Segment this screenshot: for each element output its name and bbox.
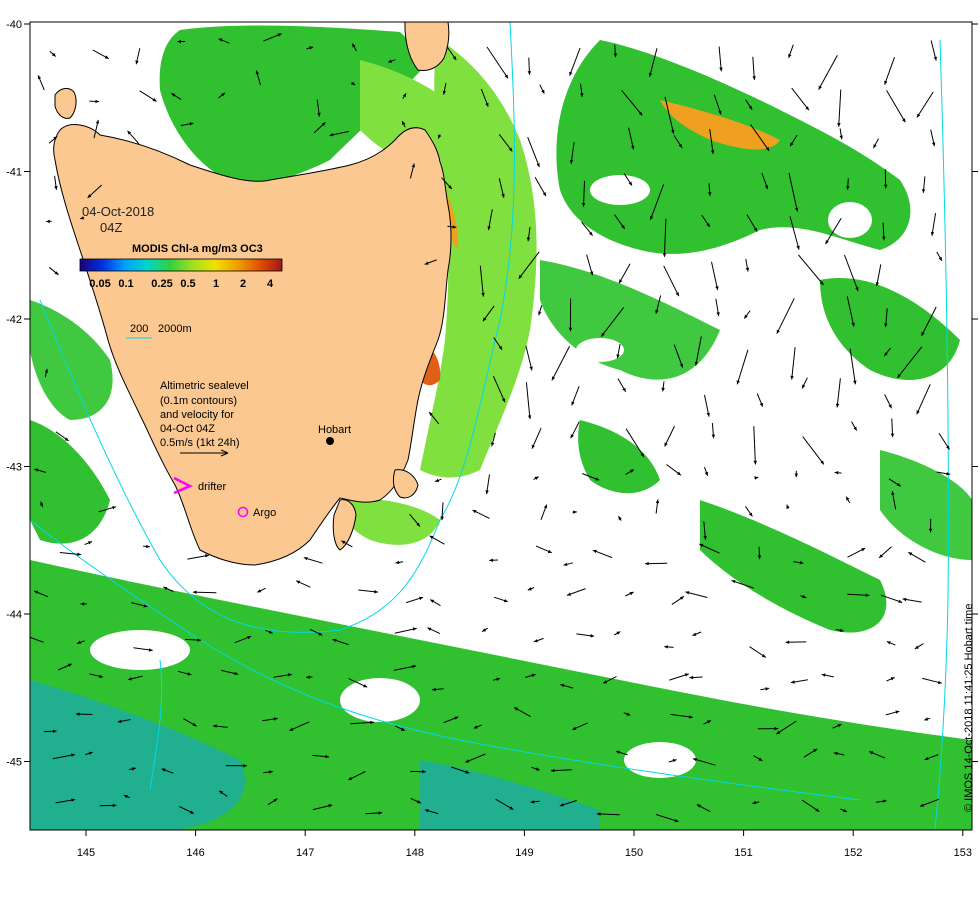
- y-tick-label: -44: [6, 609, 22, 621]
- x-tick-label: 145: [77, 847, 95, 859]
- chlorophyll-map: 145 146 147 148 149 150 151 152 153 -40 -41 -42 -43…: [6, 19, 978, 859]
- y-tick-label: -45: [6, 757, 22, 769]
- colorbar-tick-label: 1: [213, 278, 219, 290]
- colorbar-tick-label: 4: [267, 278, 274, 290]
- x-axis: 145 146 147 148 149 150 151 152 153: [77, 830, 972, 859]
- x-tick-label: 147: [296, 847, 314, 859]
- x-tick-label: 153: [954, 847, 972, 859]
- velocity-legend-line-1: Altimetric sealevel: [160, 380, 249, 392]
- y-tick-label: -42: [6, 314, 22, 326]
- x-tick-label: 152: [844, 847, 862, 859]
- colorbar-tick-label: 0.5: [180, 278, 195, 290]
- velocity-legend-line-5: 0.5m/s (1kt 24h): [160, 437, 239, 449]
- colorbar-tick-label: 0.1: [118, 278, 133, 290]
- velocity-arrowhead: [25, 635, 29, 638]
- colorbar-title: MODIS Chl-a mg/m3 OC3: [132, 243, 263, 255]
- land-king-island: [54, 87, 77, 119]
- colorbar-tick-label: 0.25: [151, 278, 172, 290]
- argo-label: Argo: [253, 507, 276, 519]
- date-line-1: 04-Oct-2018: [82, 204, 154, 219]
- y-tick-label: -43: [6, 462, 22, 474]
- colorbar-tick-label: 2: [240, 278, 246, 290]
- x-tick-label: 146: [186, 847, 204, 859]
- credit-text: © IMOS 14-Oct-2018 11:41:25 Hobart time: [963, 604, 975, 812]
- contour-legend-2000: 2000m: [158, 323, 192, 335]
- date-line-2: 04Z: [100, 220, 122, 235]
- y-tick-label: -41: [6, 167, 22, 179]
- velocity-legend-line-2: (0.1m contours): [160, 395, 237, 407]
- colorbar: [79, 258, 283, 272]
- hobart-marker: [326, 437, 334, 445]
- x-tick-label: 149: [515, 847, 533, 859]
- contour-legend-200: 200: [130, 323, 148, 335]
- x-tick-label: 151: [734, 847, 752, 859]
- drifter-label: drifter: [198, 481, 226, 493]
- velocity-legend-line-4: 04-Oct 04Z: [160, 423, 215, 435]
- x-tick-label: 150: [625, 847, 643, 859]
- velocity-legend-line-3: and velocity for: [160, 409, 234, 421]
- y-tick-label: -40: [6, 19, 22, 31]
- colorbar-tick-label: 0.05: [89, 278, 110, 290]
- x-tick-label: 148: [406, 847, 424, 859]
- hobart-label: Hobart: [318, 424, 351, 436]
